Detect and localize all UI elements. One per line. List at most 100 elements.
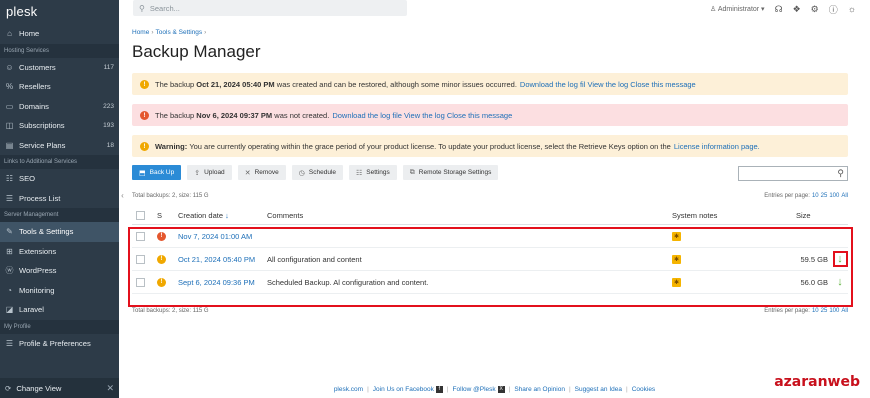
sidebar-item-seo[interactable]: ☷ SEO: [0, 169, 119, 189]
user-icon: ☺: [5, 62, 14, 72]
column-creation-date[interactable]: Creation date ↓: [178, 211, 267, 220]
per-page-10[interactable]: 10: [812, 308, 819, 314]
sidebar-item-monitoring[interactable]: ◔ Monitoring: [0, 281, 119, 301]
profile-icon: ☰: [5, 338, 14, 348]
upload-button[interactable]: ⇪ Upload: [187, 165, 232, 180]
sidebar-item-domains[interactable]: ▭ Domains 223: [0, 97, 119, 117]
topbar: ⚲ Search... ♙ Administrator ▾ ☊ ❖ ⚙ ⓘ ☼: [119, 0, 870, 18]
remote-storage-button[interactable]: ⧉ Remote Storage Settings: [402, 165, 499, 180]
extensions-icon: ⊞: [6, 246, 13, 256]
sidebar-item-wordpress[interactable]: ⓦ WordPress: [0, 261, 119, 281]
sidebar-item-extensions[interactable]: ⊞ Extensions: [0, 242, 119, 262]
sidebar-item-customers[interactable]: ☺ Customers 117: [0, 58, 119, 78]
sidebar-item-profile[interactable]: ☰ Profile & Preferences: [0, 334, 119, 354]
sidebar-item-label: Extensions: [19, 246, 57, 256]
column-system-notes[interactable]: System notes: [672, 211, 796, 220]
lightbulb-icon[interactable]: ☼: [848, 4, 856, 14]
extensions-icon[interactable]: ❖: [793, 4, 801, 15]
user-name: Administrator: [717, 6, 760, 13]
sidebar-item-resellers[interactable]: % Resellers: [0, 77, 119, 97]
plesk-logo[interactable]: plesk: [0, 0, 119, 24]
per-page-all[interactable]: All: [841, 193, 848, 199]
count-badge: 223: [103, 102, 114, 110]
user-icon: ♙: [710, 6, 717, 13]
footer-plesk-link[interactable]: plesk.com: [334, 386, 363, 393]
per-page-25[interactable]: 25: [821, 193, 828, 199]
wordpress-icon: ⓦ: [5, 266, 14, 276]
remove-button[interactable]: ✕ Remove: [237, 165, 286, 180]
alert-license-warning: ! Warning: You are currently operating w…: [132, 135, 848, 157]
list-icon: ☰: [5, 193, 14, 203]
remote-storage-icon: ⧉: [409, 168, 415, 176]
search-placeholder: Search...: [149, 3, 180, 13]
sidebar-item-label: Subscriptions: [19, 121, 65, 131]
license-info-link[interactable]: License information page.: [674, 142, 760, 151]
settings-icon[interactable]: ⚙: [811, 4, 819, 15]
per-page-25[interactable]: 25: [821, 308, 828, 314]
sidebar-item-label: Change View: [16, 383, 62, 393]
per-page-10[interactable]: 10: [812, 193, 819, 199]
alert-date: Nov 6, 2024 09:37 PM: [196, 110, 273, 120]
close-icon[interactable]: ✕: [106, 383, 114, 394]
alert-links[interactable]: Download the log file View the log Close…: [332, 111, 512, 120]
select-all-checkbox[interactable]: [136, 210, 145, 220]
sidebar-item-home[interactable]: ⌂ Home: [0, 24, 119, 44]
x-icon: X: [497, 385, 505, 393]
sort-down-icon: ↓: [225, 210, 229, 220]
breadcrumb-tools[interactable]: Tools & Settings: [156, 29, 203, 36]
per-page-100[interactable]: 100: [829, 193, 839, 199]
column-comments[interactable]: Comments: [267, 211, 672, 220]
sidebar-item-tools-settings[interactable]: ✎ Tools & Settings: [0, 222, 119, 242]
alert-text: The backup: [155, 110, 195, 120]
sidebar-item-label: Service Plans: [19, 140, 66, 150]
footer-follow-link[interactable]: Follow @Plesk: [453, 386, 496, 393]
settings-button[interactable]: ☷ Settings: [349, 165, 397, 180]
schedule-button[interactable]: ◷ Schedule: [291, 165, 343, 180]
search-input[interactable]: ⚲ Search...: [133, 0, 407, 16]
sidebar-item-service-plans[interactable]: ▤ Service Plans 18: [0, 136, 119, 156]
per-page-100[interactable]: 100: [829, 308, 839, 314]
sidebar-item-laravel[interactable]: ◪ Laravel: [0, 300, 119, 320]
sidebar-item-label: Monitoring: [19, 285, 55, 295]
count-badge: 18: [106, 141, 114, 149]
user-menu[interactable]: ♙ Administrator ▾: [710, 5, 765, 13]
footer-idea-link[interactable]: Suggest an Idea: [575, 386, 622, 393]
sidebar-item-label: Laravel: [19, 305, 44, 315]
footer-facebook-link[interactable]: Join Us on Facebook: [373, 386, 434, 393]
footer-opinion-link[interactable]: Share an Opinion: [514, 386, 565, 393]
footer: plesk.com | Join Us on Facebook f | Follow …: [333, 385, 656, 393]
collapse-sidebar-icon[interactable]: ‹: [119, 188, 126, 202]
notifications-icon[interactable]: ☊: [775, 4, 783, 15]
sidebar-section-links: Links to Additional Services: [0, 155, 119, 169]
highlight-box: [128, 227, 853, 307]
facebook-icon: f: [435, 385, 443, 393]
backup-summary: Total backups: 2, size: 115 G: [132, 193, 209, 199]
home-icon: ⌂: [7, 29, 12, 39]
help-icon[interactable]: ⓘ: [829, 3, 838, 16]
column-label: Creation date: [178, 210, 224, 220]
per-page-label: Entries per page:: [764, 193, 810, 199]
page-title: Backup Manager: [132, 42, 261, 61]
sidebar-item-subscriptions[interactable]: ◫ Subscriptions 193: [0, 116, 119, 136]
settings-icon: ☷: [356, 169, 363, 177]
monitoring-icon: ◔: [7, 285, 12, 295]
column-size[interactable]: Size: [796, 211, 828, 220]
breadcrumb-home[interactable]: Home: [132, 29, 149, 36]
column-status[interactable]: S: [157, 211, 178, 220]
alert-links[interactable]: Download the log fil View the log Close …: [520, 80, 696, 89]
alert-text: was created and can be restored, althoug…: [276, 79, 517, 89]
change-view-button[interactable]: ⟳ Change View ✕: [0, 378, 119, 398]
seo-icon: ☷: [5, 174, 14, 184]
sidebar-item-label: Domains: [19, 101, 49, 111]
sidebar-item-process-list[interactable]: ☰ Process List: [0, 189, 119, 209]
sidebar-item-label: Resellers: [19, 82, 51, 92]
count-badge: 193: [103, 122, 114, 130]
backup-button[interactable]: ⬒ Back Up: [132, 165, 182, 180]
per-page-all[interactable]: All: [841, 308, 848, 314]
list-search-input[interactable]: ⚲: [738, 166, 848, 181]
backup-summary-bottom: Total backups: 2, size: 115 G: [132, 308, 209, 314]
warning-icon: !: [140, 141, 149, 151]
tools-icon: ✎: [6, 227, 13, 237]
remove-icon: ✕: [244, 169, 251, 177]
footer-cookies-link[interactable]: Cookies: [632, 386, 655, 393]
